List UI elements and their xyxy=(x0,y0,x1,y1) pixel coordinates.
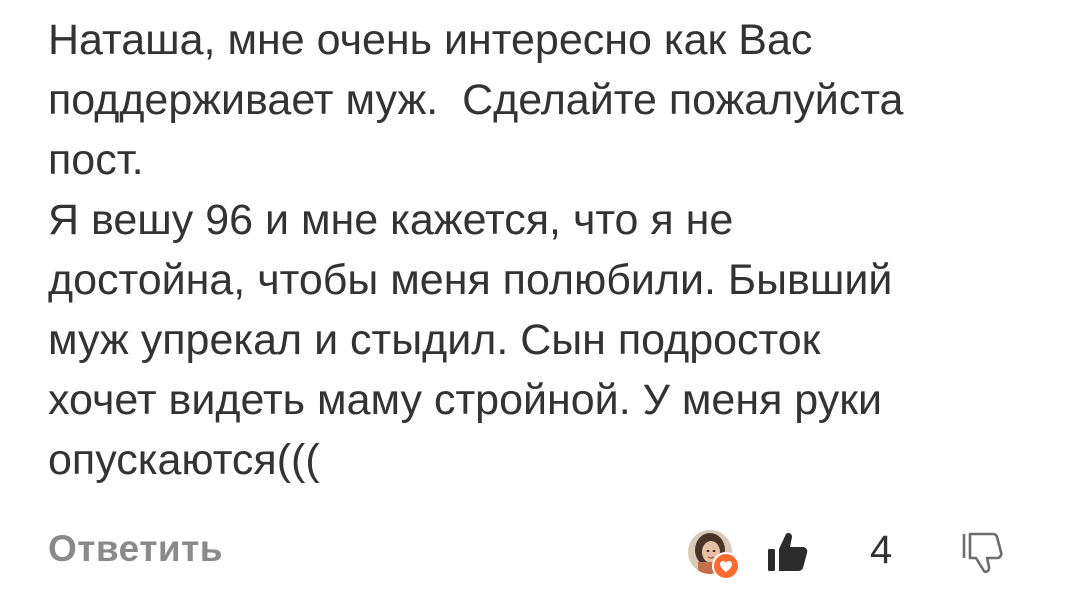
comment-line: хочет видеть маму стройной. У меня руки xyxy=(48,376,883,424)
reply-button[interactable]: Ответить xyxy=(48,528,223,570)
thumbs-up-icon xyxy=(766,533,810,578)
comment: Наташа, мне очень интересно как Вас подд… xyxy=(48,10,1048,490)
heart-icon xyxy=(712,552,740,580)
reactor-avatar[interactable] xyxy=(688,530,740,580)
reactions: 4 xyxy=(688,522,1038,582)
like-button[interactable] xyxy=(766,530,810,574)
comment-line: муж упрекал и стыдил. Сын подросток xyxy=(48,316,821,364)
comment-text: Наташа, мне очень интересно как Вас подд… xyxy=(48,10,1048,490)
like-count: 4 xyxy=(870,528,893,572)
thumbs-down-icon xyxy=(960,532,1006,580)
comment-line: Наташа, мне очень интересно как Вас xyxy=(48,16,813,64)
comment-line: поддерживает муж. Сделайте пожалуйста xyxy=(48,76,904,124)
comment-line: пост. xyxy=(48,136,144,184)
dislike-button[interactable] xyxy=(960,530,1006,576)
comment-line: опускаются((( xyxy=(48,436,320,484)
comment-actions: Ответить 4 xyxy=(48,522,1038,582)
comment-line: Я вешу 96 и мне кажется, что я не xyxy=(48,196,734,244)
comment-line: достойна, чтобы меня полюбили. Бывший xyxy=(48,256,893,304)
